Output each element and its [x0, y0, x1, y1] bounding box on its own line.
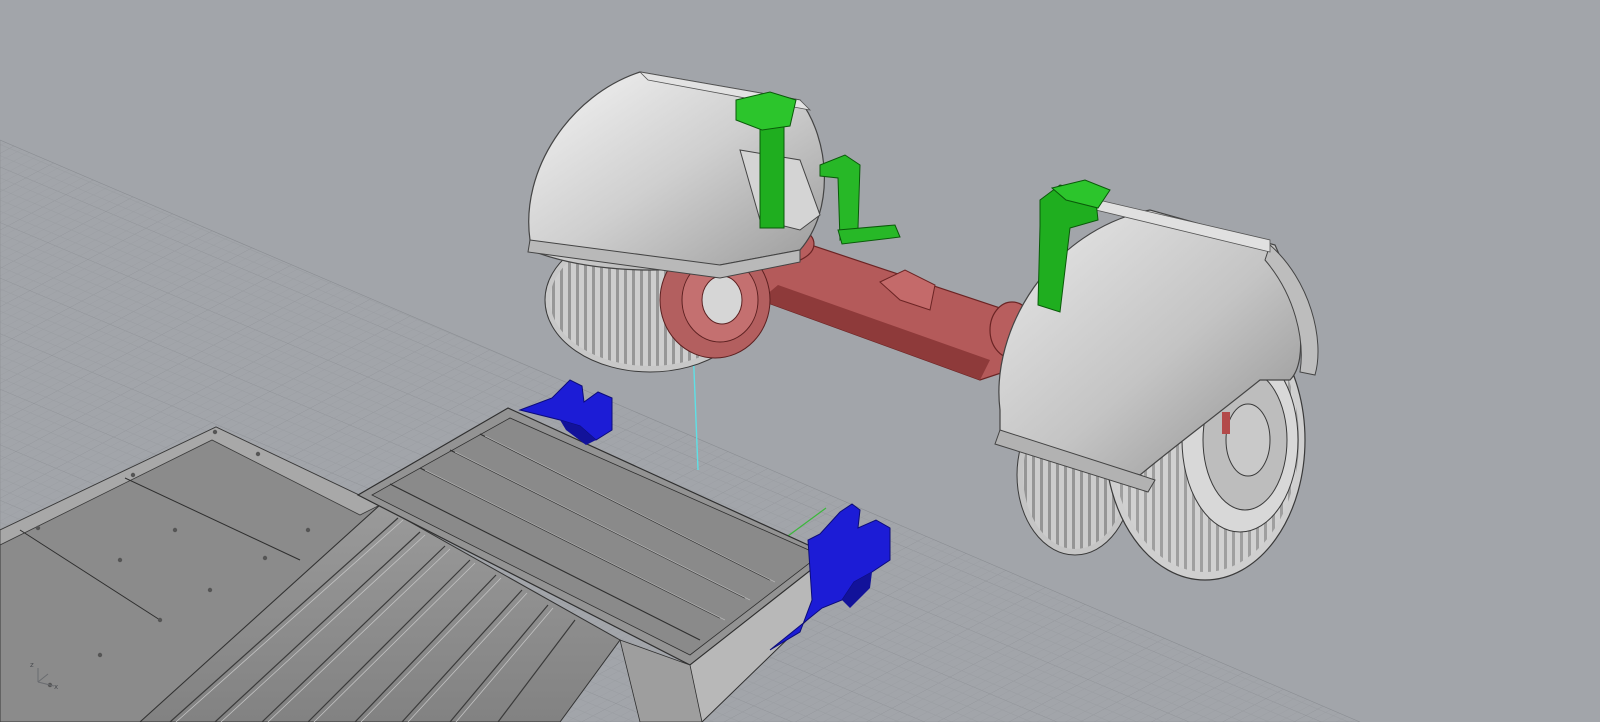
axis-x-label: x	[54, 683, 59, 691]
scene-canvas[interactable]	[0, 0, 1600, 722]
axis-z-label: z	[30, 661, 34, 669]
axis-indicator: z x	[30, 661, 62, 694]
3d-viewport[interactable]: z x	[0, 0, 1600, 722]
